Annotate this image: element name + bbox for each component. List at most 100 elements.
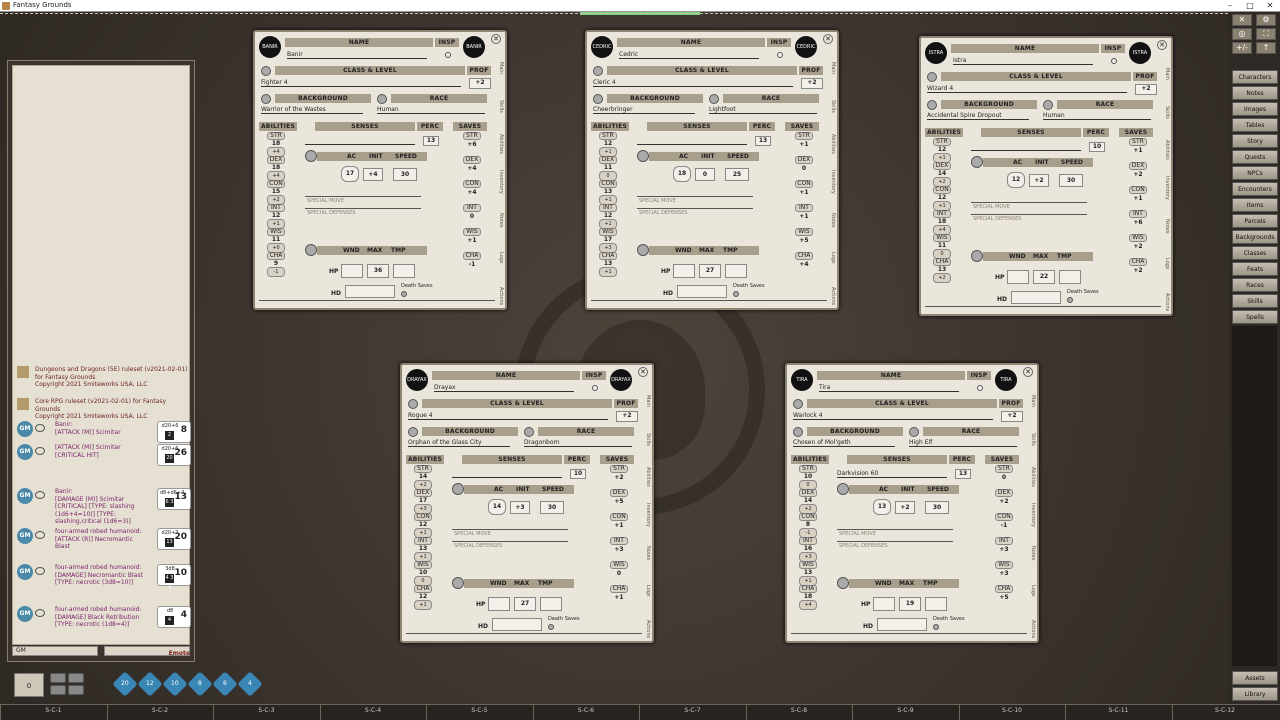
visibility-eye-icon[interactable] — [35, 424, 45, 432]
speed[interactable]: 30 — [393, 168, 417, 181]
senses-field[interactable] — [305, 136, 415, 145]
temp-hp-field[interactable] — [1059, 270, 1081, 284]
initiative[interactable]: +2 — [1029, 174, 1049, 187]
dice-modifier-button[interactable] — [50, 685, 66, 695]
visibility-eye-icon[interactable] — [35, 491, 45, 499]
dice-result[interactable]: 3d8 4 3 3 10 — [157, 564, 191, 590]
ability-score-int[interactable]: 12 — [267, 212, 285, 219]
sidebar-button-backgrounds[interactable]: Backgrounds — [1232, 230, 1278, 244]
temp-hp-field[interactable] — [393, 264, 415, 278]
tab-skills[interactable]: Skills — [828, 88, 836, 124]
race-field[interactable]: Dragonborn — [524, 438, 632, 447]
tab-logs[interactable]: Logs — [496, 240, 504, 276]
hotkey-slot[interactable]: S-C-12 — [1171, 705, 1278, 720]
inspiration-toggle[interactable] — [445, 52, 451, 58]
chat-identity-select[interactable]: GM — [12, 646, 98, 656]
sidebar-button-tables[interactable]: Tables — [1232, 118, 1278, 132]
tab-abilities[interactable]: Abilities — [1028, 459, 1036, 495]
sidebar-tool-icon[interactable]: ◎ — [1232, 28, 1252, 40]
max-hp-field[interactable]: 36 — [367, 264, 389, 278]
hotkey-slot[interactable]: S-C-10 — [958, 705, 1065, 720]
ability-score-dex[interactable]: 18 — [267, 164, 285, 171]
ability-score-con[interactable]: 8 — [799, 521, 817, 528]
sidebar-button-races[interactable]: Races — [1232, 278, 1278, 292]
background-link-icon[interactable] — [593, 94, 603, 104]
initiative[interactable]: 0 — [695, 168, 715, 181]
class-field[interactable]: Wizard 4 — [927, 84, 1127, 93]
ability-score-str[interactable]: 12 — [933, 146, 951, 153]
sidebar-button-encounters[interactable]: Encounters — [1232, 182, 1278, 196]
tab-notes[interactable]: Notes — [643, 535, 651, 571]
tab-inventory[interactable]: Inventory — [1162, 170, 1170, 206]
senses-field[interactable]: Darkvision 60 — [837, 469, 947, 478]
armor-class[interactable]: 18 — [673, 166, 691, 182]
dice-pool-tray[interactable]: 0 — [14, 673, 44, 697]
save-value-wis[interactable]: +3 — [995, 570, 1013, 577]
ability-score-str[interactable]: 18 — [267, 140, 285, 147]
hit-dice-field[interactable] — [677, 285, 727, 298]
initiative[interactable]: +2 — [895, 501, 915, 514]
tab-actions[interactable]: Actions — [828, 278, 836, 314]
hit-dice-field[interactable] — [492, 618, 542, 631]
dice-modifier-button[interactable] — [68, 673, 84, 683]
name-field[interactable]: Cedric — [619, 50, 759, 59]
tab-actions[interactable]: Actions — [1028, 611, 1036, 647]
tab-actions[interactable]: Actions — [643, 611, 651, 647]
chat-log[interactable]: Dungeons and Dragons (5E) ruleset (v2021… — [12, 65, 191, 645]
save-value-int[interactable]: 0 — [463, 213, 481, 220]
background-field[interactable]: Accidental Spire Dropout — [927, 111, 1029, 120]
tab-notes[interactable]: Notes — [496, 202, 504, 238]
tab-skills[interactable]: Skills — [496, 88, 504, 124]
sidebar-tool-icon[interactable]: ⛶ — [1256, 28, 1276, 40]
inspiration-toggle[interactable] — [977, 385, 983, 391]
class-field[interactable]: Cleric 4 — [593, 78, 793, 87]
class-link-icon[interactable] — [793, 399, 803, 409]
class-link-icon[interactable] — [927, 72, 937, 82]
visibility-eye-icon[interactable] — [35, 531, 45, 539]
tab-logs[interactable]: Logs — [643, 573, 651, 609]
d8-die-button[interactable]: 8 — [187, 671, 213, 697]
dice-result[interactable]: d20+7 13 20 — [157, 528, 191, 550]
speed[interactable]: 30 — [540, 501, 564, 514]
combat-icon[interactable] — [971, 156, 983, 168]
race-field[interactable]: Lightfoot — [709, 105, 817, 114]
speed[interactable]: 30 — [1059, 174, 1083, 187]
tab-logs[interactable]: Logs — [1162, 246, 1170, 282]
ability-score-int[interactable]: 12 — [599, 212, 617, 219]
close-sheet-button[interactable]: ✕ — [638, 367, 648, 377]
background-link-icon[interactable] — [261, 94, 271, 104]
class-field[interactable]: Warlock 4 — [793, 411, 993, 420]
hp-icon[interactable] — [837, 577, 849, 589]
class-link-icon[interactable] — [261, 66, 271, 76]
background-link-icon[interactable] — [408, 427, 418, 437]
ability-score-wis[interactable]: 13 — [799, 569, 817, 576]
character-portrait[interactable]: TIRA — [791, 369, 813, 391]
emote-button[interactable]: Emote — [169, 650, 190, 657]
armor-class[interactable]: 12 — [1007, 172, 1025, 188]
tab-actions[interactable]: Actions — [1162, 284, 1170, 320]
temp-hp-field[interactable] — [925, 597, 947, 611]
character-portrait[interactable]: DRAYAX — [406, 369, 428, 391]
ability-score-dex[interactable]: 14 — [799, 497, 817, 504]
dice-modifier-button[interactable] — [50, 673, 66, 683]
hotkey-slot[interactable]: S-C-6 — [532, 705, 639, 720]
tab-skills[interactable]: Skills — [1162, 94, 1170, 130]
race-field[interactable]: High Elf — [909, 438, 1017, 447]
wounds-field[interactable] — [673, 264, 695, 278]
save-value-str[interactable]: +6 — [463, 141, 481, 148]
save-value-con[interactable]: +4 — [463, 189, 481, 196]
save-value-int[interactable]: +3 — [995, 546, 1013, 553]
visibility-eye-icon[interactable] — [35, 447, 45, 455]
character-token[interactable]: BANIR — [463, 36, 485, 58]
save-value-wis[interactable]: +1 — [463, 237, 481, 244]
sidebar-button-spells[interactable]: Spells — [1232, 310, 1278, 324]
save-value-dex[interactable]: +5 — [610, 498, 628, 505]
name-field[interactable]: Tira — [819, 383, 959, 392]
ability-score-int[interactable]: 13 — [414, 545, 432, 552]
sidebar-tool-icon[interactable]: ↑ — [1256, 42, 1276, 54]
tab-abilities[interactable]: Abilities — [828, 126, 836, 162]
save-value-wis[interactable]: +5 — [795, 237, 813, 244]
race-field[interactable]: Human — [377, 105, 485, 114]
tab-abilities[interactable]: Abilities — [643, 459, 651, 495]
character-token[interactable]: TIRA — [995, 369, 1017, 391]
